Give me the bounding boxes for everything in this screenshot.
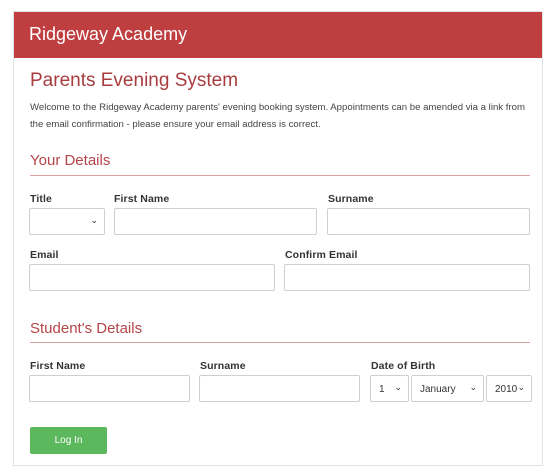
chevron-down-icon: ⌄	[90, 215, 98, 225]
student-details-divider	[30, 342, 530, 343]
confirm-email-field[interactable]	[284, 264, 530, 291]
dob-year-select[interactable]: 2010 ⌄	[486, 375, 532, 402]
your-details-divider	[30, 175, 530, 176]
header-bar: Ridgeway Academy	[14, 12, 542, 58]
chevron-down-icon: ⌄	[469, 382, 477, 392]
intro-text: Welcome to the Ridgeway Academy parents'…	[30, 102, 525, 130]
student-surname-field[interactable]	[199, 375, 360, 402]
title-label: Title	[30, 193, 52, 205]
login-button[interactable]: Log In	[30, 427, 107, 454]
chevron-down-icon: ⌄	[517, 382, 525, 392]
title-select[interactable]: ⌄	[29, 208, 105, 235]
surname-label: Surname	[328, 193, 374, 205]
student-surname-label: Surname	[200, 360, 246, 372]
your-details-heading: Your Details	[30, 152, 111, 169]
dob-day-select[interactable]: 1 ⌄	[370, 375, 409, 402]
email-label: Email	[30, 249, 59, 261]
first-name-label: First Name	[114, 193, 170, 205]
student-first-name-field[interactable]	[29, 375, 190, 402]
booking-card: Ridgeway Academy Parents Evening System …	[13, 11, 543, 466]
dob-year-value: 2010	[495, 384, 518, 395]
student-details-heading: Student's Details	[30, 320, 143, 337]
page-title: Parents Evening System	[30, 70, 239, 91]
brand-title: Ridgeway Academy	[29, 24, 188, 44]
first-name-field[interactable]	[114, 208, 317, 235]
student-first-name-label: First Name	[30, 360, 86, 372]
dob-month-value: January	[420, 384, 456, 395]
dob-label: Date of Birth	[371, 360, 436, 372]
email-field[interactable]	[29, 264, 275, 291]
confirm-email-label: Confirm Email	[285, 249, 358, 261]
dob-month-select[interactable]: January ⌄	[411, 375, 484, 402]
dob-day-value: 1	[379, 384, 385, 395]
chevron-down-icon: ⌄	[394, 382, 402, 392]
surname-field[interactable]	[327, 208, 530, 235]
